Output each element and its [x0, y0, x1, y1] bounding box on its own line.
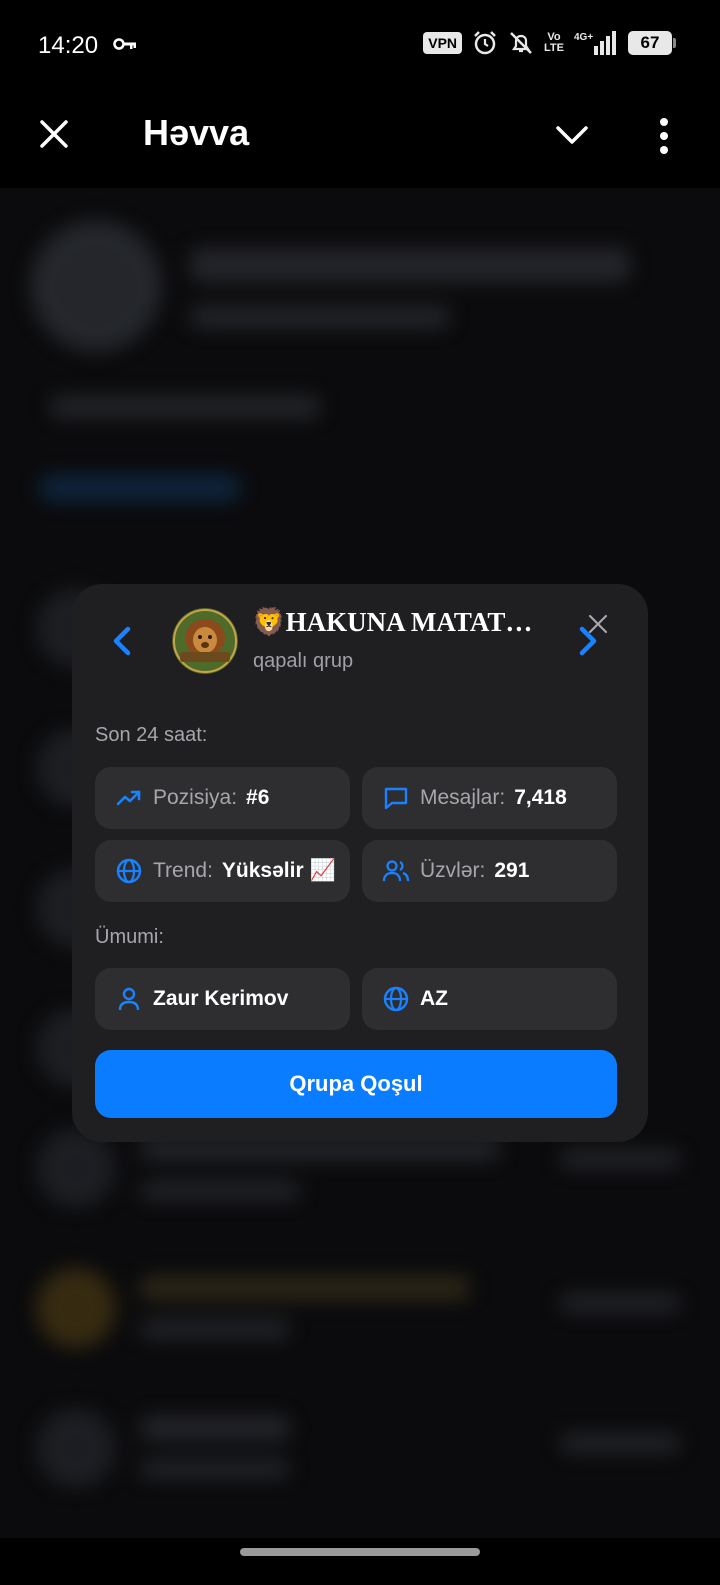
stat-position: Pozisiya: #6	[95, 767, 350, 829]
group-title: 🦁HAKUNA MATAT…	[252, 607, 533, 637]
globe-icon	[116, 858, 142, 884]
key-icon	[113, 38, 136, 50]
app-header: Həvva	[0, 92, 720, 188]
bell-off-icon	[510, 32, 532, 54]
chevron-down-icon[interactable]	[554, 120, 590, 150]
battery-indicator: 67	[628, 31, 676, 55]
network-type: 4G+	[574, 32, 593, 43]
volte-indicator: Vo LTE	[544, 32, 564, 54]
owner-tile[interactable]: Zaur Kerimov	[95, 968, 350, 1030]
status-bar: 14:20 VPN Vo LTE 4G+ 67	[0, 0, 720, 92]
alarm-icon	[474, 31, 496, 55]
stat-members: Üzvlər: 291	[362, 840, 617, 902]
trend-label: Trend:	[153, 859, 213, 882]
position-label: Pozisiya:	[153, 786, 238, 809]
navigation-bar	[0, 1538, 720, 1585]
page-title: Həvva	[143, 112, 250, 153]
status-icons: VPN Vo LTE 4G+ 67	[423, 30, 676, 56]
messages-value: 7,418	[514, 786, 567, 809]
general-label: Ümumi:	[95, 926, 164, 948]
globe-icon	[383, 986, 409, 1012]
group-avatar	[172, 608, 238, 674]
language-value: AZ	[420, 987, 448, 1010]
join-group-button[interactable]: Qrupa Qoşul	[95, 1050, 617, 1118]
position-value: #6	[246, 786, 270, 809]
signal-icon: 4G+	[574, 31, 616, 55]
stat-messages: Mesajlar: 7,418	[362, 767, 617, 829]
last-24h-label: Son 24 saat:	[95, 724, 208, 746]
volte-bottom: LTE	[544, 42, 564, 54]
messages-label: Mesajlar:	[420, 786, 506, 809]
stat-trend: Trend: Yüksəlir 📈	[95, 840, 350, 902]
members-value: 291	[494, 859, 530, 882]
user-icon	[118, 987, 140, 1011]
status-time: 14:20	[38, 32, 99, 59]
more-vertical-icon[interactable]	[655, 116, 673, 156]
close-icon[interactable]	[36, 116, 72, 152]
language-tile: AZ	[362, 968, 617, 1030]
users-icon	[382, 860, 410, 882]
group-type: qapalı qrup	[253, 650, 354, 672]
owner-name: Zaur Kerimov	[153, 987, 289, 1010]
vpn-badge: VPN	[423, 32, 463, 54]
message-icon	[384, 787, 408, 810]
trending-up-icon	[116, 790, 141, 806]
group-info-card: 🦁HAKUNA MATAT… qapalı qrup Son 24 saat: …	[72, 584, 648, 1142]
members-label: Üzvlər:	[420, 859, 486, 882]
chevron-right-icon[interactable]	[574, 624, 602, 658]
chevron-left-icon[interactable]	[108, 624, 136, 658]
trend-value: Yüksəlir 📈	[221, 859, 336, 882]
home-indicator[interactable]	[240, 1548, 480, 1556]
